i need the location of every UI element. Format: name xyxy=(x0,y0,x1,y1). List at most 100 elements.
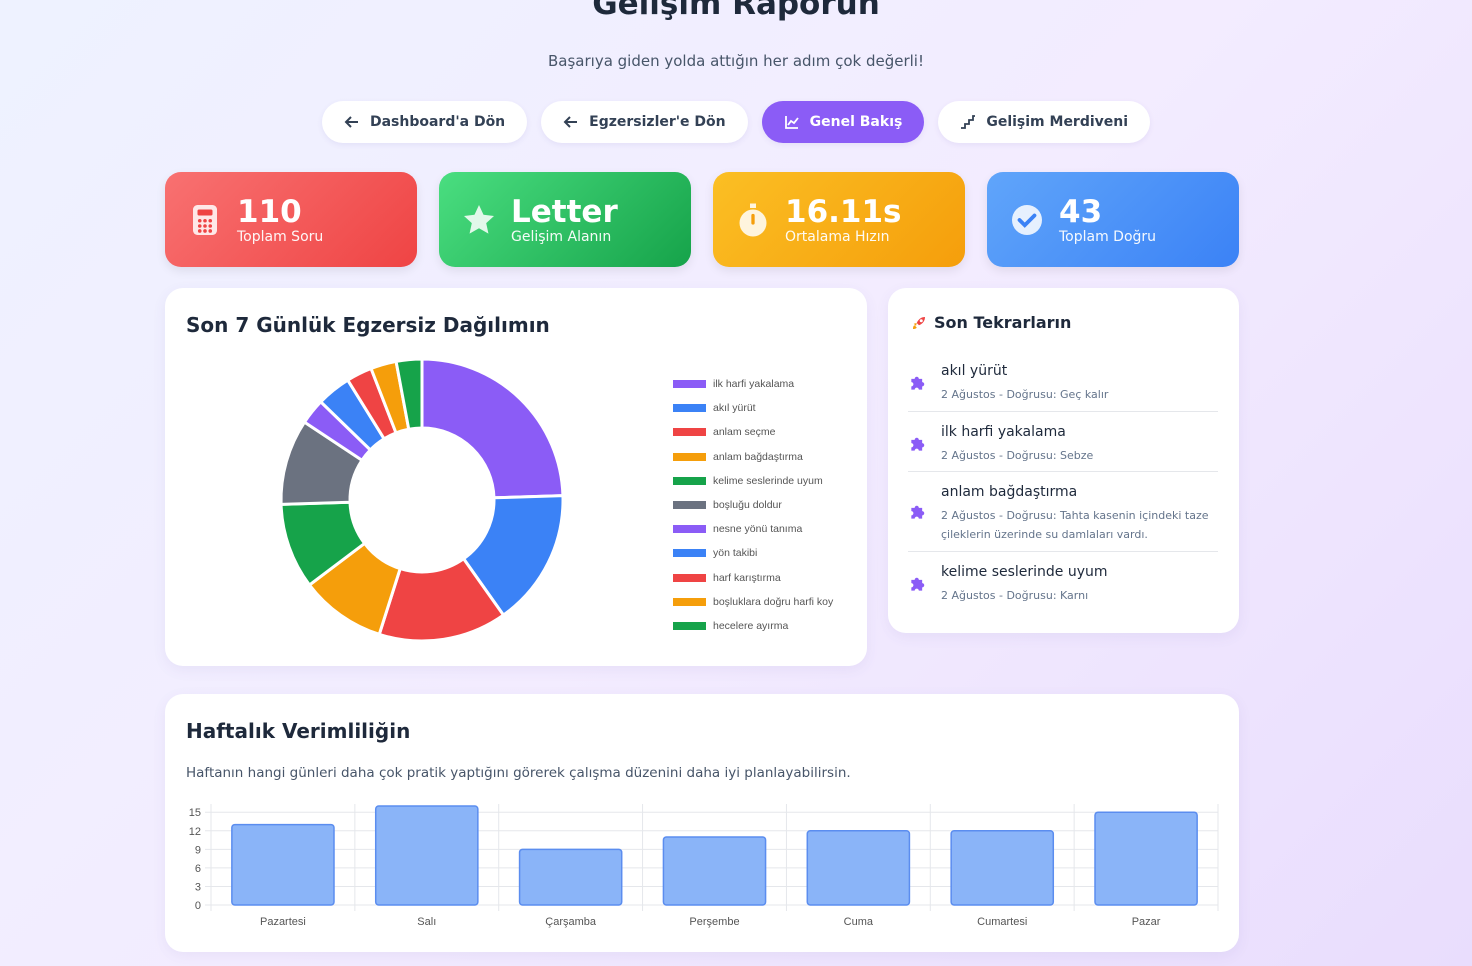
doughnut-legend: ilk harfi yakalama akıl yürüt anlam seçme a… xyxy=(673,372,833,638)
legend-item[interactable]: kelime seslerinde uyum xyxy=(673,469,833,493)
bar[interactable] xyxy=(662,836,767,906)
stat-label: Gelişim Alanın xyxy=(511,228,612,245)
bar[interactable] xyxy=(1094,811,1198,906)
stat-label: Toplam Doğru xyxy=(1059,228,1157,245)
recent-reviews-panel: Son Tekrarların akıl yürüt 2 Ağustos - D… xyxy=(888,288,1239,633)
legend-label: akıl yürüt xyxy=(713,402,756,415)
weekly-title: Haftalık Verimliliğin xyxy=(186,719,411,743)
x-tick-label: Cumartesi xyxy=(977,916,1027,928)
legend-label: anlam seçme xyxy=(713,426,776,439)
rocket-icon xyxy=(913,316,925,329)
legend-item[interactable]: nesne yönü tanıma xyxy=(673,517,833,541)
legend-item[interactable]: harf karıştırma xyxy=(673,566,833,590)
bar[interactable] xyxy=(950,830,1055,906)
exercises-back-button[interactable]: Egzersizler'e Dön xyxy=(541,101,748,143)
legend-swatch xyxy=(673,404,706,413)
review-detail: 2 Ağustos - Doğrusu: Karnı xyxy=(941,589,1089,602)
legend-swatch xyxy=(673,525,706,534)
legend-item[interactable]: anlam seçme xyxy=(673,420,833,444)
legend-label: hecelere ayırma xyxy=(713,619,789,632)
legend-swatch xyxy=(673,476,706,485)
legend-swatch xyxy=(673,597,706,606)
review-detail: 2 Ağustos - Doğrusu: Sebze xyxy=(941,449,1094,462)
nav-label: Egzersizler'e Dön xyxy=(589,114,726,130)
legend-label: anlam bağdaştırma xyxy=(713,450,803,463)
distribution-title: Son 7 Günlük Egzersiz Dağılımın xyxy=(186,313,550,337)
legend-item[interactable]: boşluğu doldur xyxy=(673,493,833,517)
chart-line-icon xyxy=(784,116,799,129)
review-name: akıl yürüt xyxy=(941,363,1008,379)
legend-swatch xyxy=(673,452,706,461)
divider xyxy=(908,411,1218,412)
stat-value: 110 xyxy=(237,193,302,230)
x-tick-label: Perşembe xyxy=(689,916,739,928)
y-tick-label: 3 xyxy=(195,881,201,893)
arrow-left-icon xyxy=(344,116,358,128)
bar[interactable] xyxy=(518,848,623,906)
puzzle-icon xyxy=(911,437,925,451)
check-circle-icon xyxy=(1007,200,1047,240)
bar[interactable] xyxy=(806,830,911,906)
x-tick-label: Pazartesi xyxy=(260,916,306,928)
legend-item[interactable]: yön takibi xyxy=(673,541,833,565)
y-tick-label: 9 xyxy=(195,844,201,856)
legend-label: harf karıştırma xyxy=(713,571,781,584)
doughnut-slice[interactable] xyxy=(420,357,565,500)
doughnut-chart xyxy=(279,357,565,643)
progress-ladder-tab[interactable]: Gelişim Merdiveni xyxy=(938,101,1151,143)
stat-value: 43 xyxy=(1059,193,1103,230)
legend-label: yön takibi xyxy=(713,547,758,560)
x-tick-label: Cuma xyxy=(844,916,874,928)
calculator-icon xyxy=(185,200,225,240)
review-detail: 2 Ağustos - Doğrusu: Tahta kasenin içind… xyxy=(941,509,1209,541)
weekly-bar-chart: 0 3 6 9 12 15 Pazartesi Salı Çarşamba Perşembe Cum… xyxy=(189,804,1219,928)
weekly-description: Haftanın hangi günleri daha çok pratik y… xyxy=(186,765,851,781)
stat-card-total-questions: 110 Toplam Soru xyxy=(165,172,417,267)
y-tick-label: 6 xyxy=(195,863,201,875)
legend-swatch xyxy=(673,501,706,510)
y-tick-label: 12 xyxy=(189,826,201,838)
legend-swatch xyxy=(673,428,706,437)
nav-label: Dashboard'a Dön xyxy=(369,114,506,130)
legend-item[interactable]: boşluklara doğru harfi koy xyxy=(673,590,833,614)
puzzle-icon xyxy=(911,505,925,519)
review-name: kelime seslerinde uyum xyxy=(941,564,1108,580)
stat-value: 16.11s xyxy=(785,193,902,230)
review-name: ilk harfi yakalama xyxy=(941,424,1066,440)
legend-label: nesne yönü tanıma xyxy=(713,523,803,536)
legend-swatch xyxy=(673,549,706,558)
star-icon xyxy=(459,200,499,240)
review-detail: 2 Ağustos - Doğrusu: Geç kalır xyxy=(941,388,1109,401)
stat-label: Ortalama Hızın xyxy=(785,228,890,245)
legend-label: boşluğu doldur xyxy=(713,499,782,512)
nav-bar: Dashboard'a Dön Egzersizler'e Dön Genel … xyxy=(0,101,1472,143)
puzzle-icon xyxy=(911,577,925,591)
x-tick-label: Pazar xyxy=(1132,916,1161,928)
x-tick-label: Çarşamba xyxy=(545,916,597,928)
stat-value: Letter xyxy=(511,193,618,230)
legend-item[interactable]: hecelere ayırma xyxy=(673,614,833,638)
legend-item[interactable]: anlam bağdaştırma xyxy=(673,445,833,469)
stat-card-focus-area: Letter Gelişim Alanın xyxy=(439,172,691,267)
stopwatch-icon xyxy=(733,200,773,240)
overview-tab[interactable]: Genel Bakış xyxy=(761,101,925,143)
y-tick-label: 0 xyxy=(195,900,201,912)
legend-label: kelime seslerinde uyum xyxy=(713,474,823,487)
legend-item[interactable]: ilk harfi yakalama xyxy=(673,372,833,396)
bar[interactable] xyxy=(231,823,335,906)
puzzle-icon xyxy=(911,376,925,390)
x-tick-label: Salı xyxy=(417,916,436,928)
legend-swatch xyxy=(673,621,706,630)
dashboard-back-button[interactable]: Dashboard'a Dön xyxy=(321,101,528,143)
legend-swatch xyxy=(673,380,706,389)
legend-label: boşluklara doğru harfi koy xyxy=(713,595,834,608)
bar[interactable] xyxy=(374,805,479,906)
stat-card-average-speed: 16.11s Ortalama Hızın xyxy=(713,172,965,267)
legend-swatch xyxy=(673,573,706,582)
page-title: Gelişim Raporun xyxy=(592,0,880,22)
review-name: anlam bağdaştırma xyxy=(941,484,1078,500)
legend-item[interactable]: akıl yürüt xyxy=(673,396,833,420)
nav-label: Genel Bakış xyxy=(809,114,903,130)
stairs-icon xyxy=(961,115,976,129)
y-tick-label: 15 xyxy=(189,807,201,819)
